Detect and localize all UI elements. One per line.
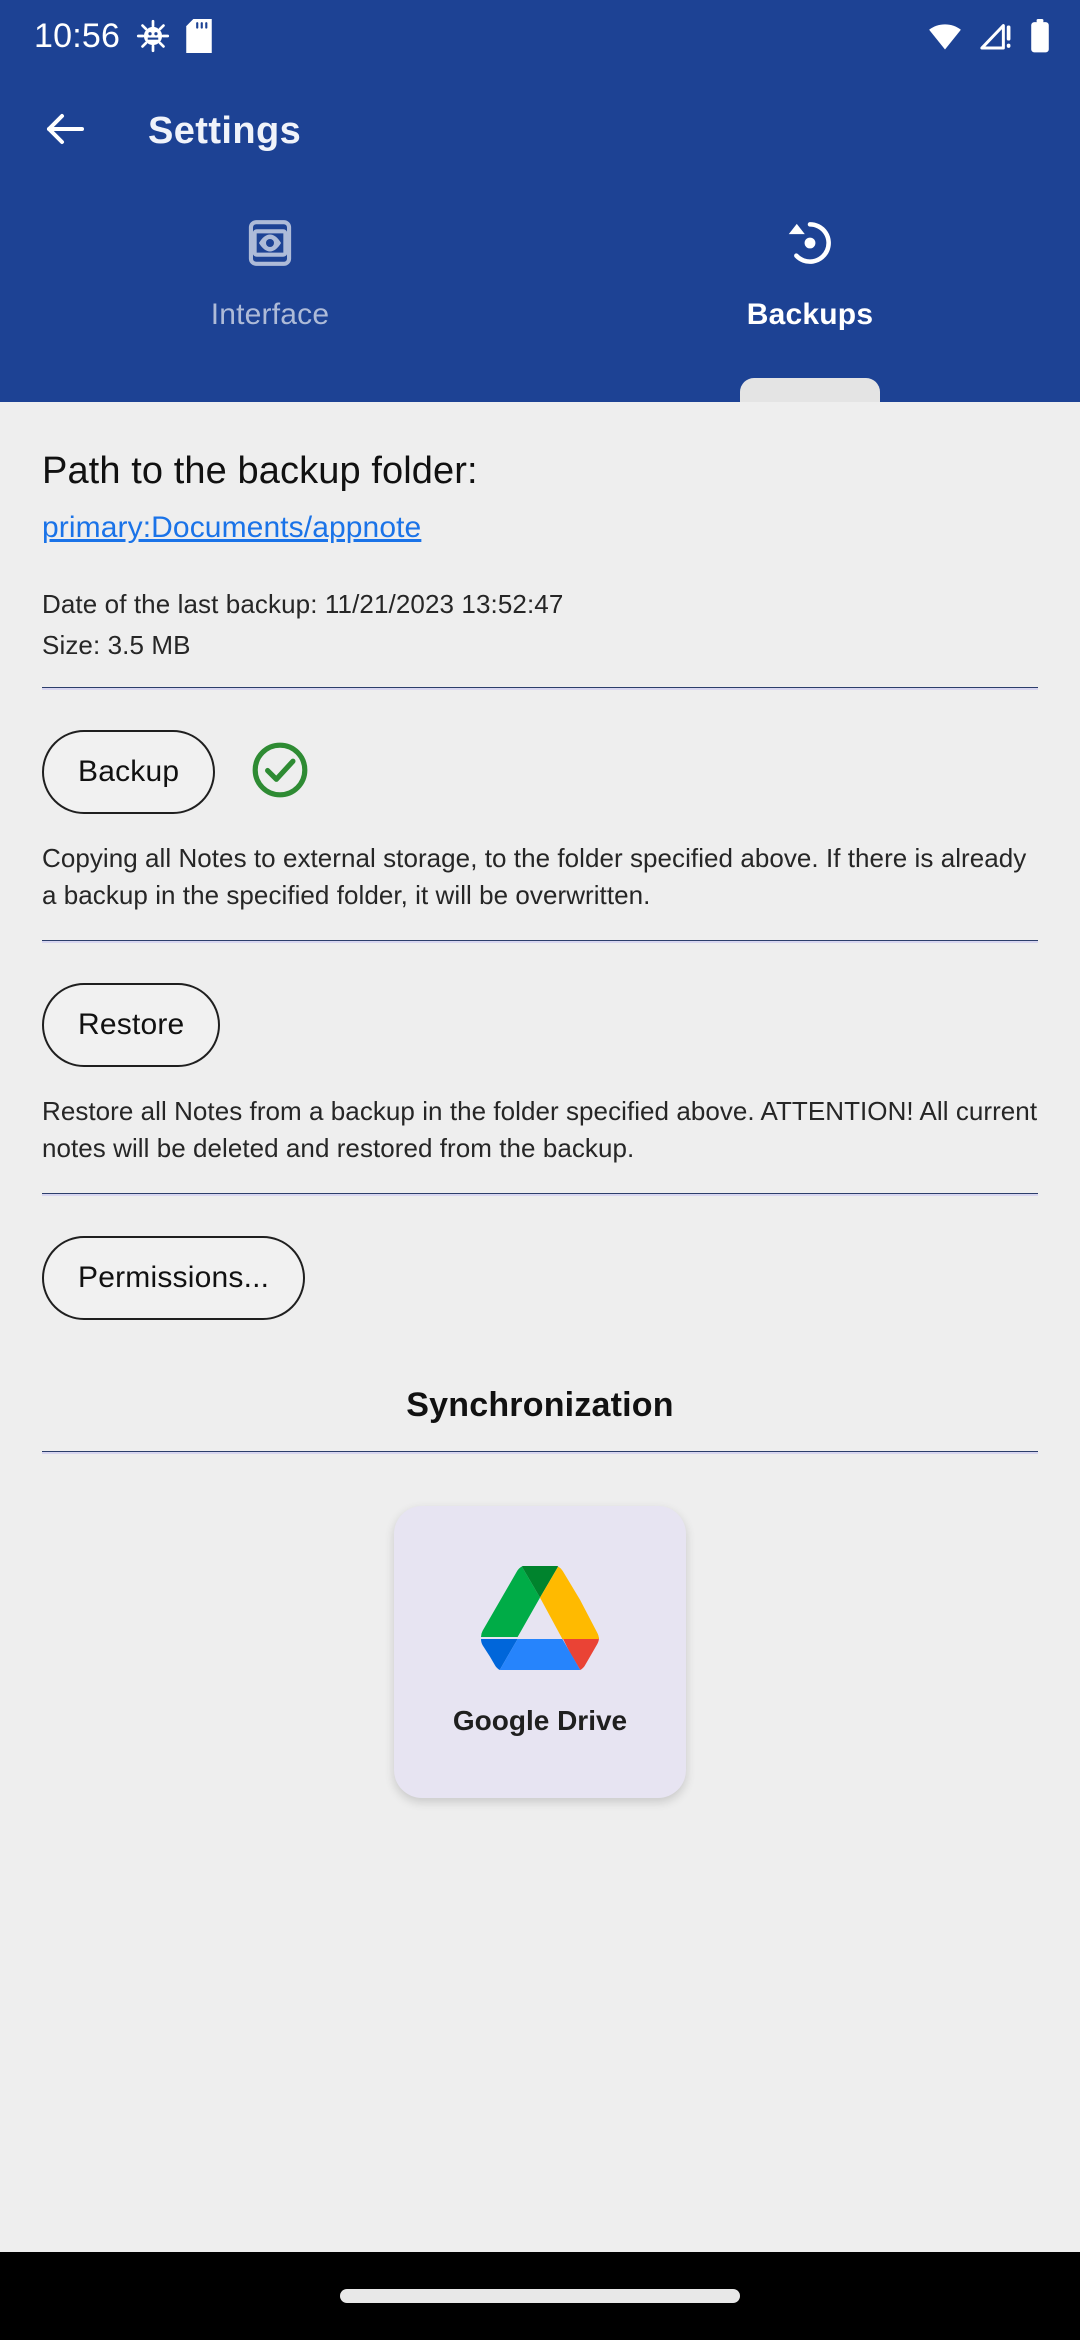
status-bar-left: 10:56 bbox=[34, 17, 212, 56]
restore-action-row: Restore bbox=[42, 982, 1038, 1067]
google-drive-card[interactable]: Google Drive bbox=[394, 1505, 686, 1798]
status-bar-clock: 10:56 bbox=[34, 16, 121, 55]
gesture-home-handle[interactable] bbox=[340, 2289, 740, 2303]
divider-4 bbox=[42, 1450, 1038, 1454]
backup-path-link[interactable]: primary:Documents/appnote bbox=[42, 511, 421, 545]
back-button[interactable] bbox=[34, 100, 96, 162]
page-title: Settings bbox=[148, 109, 302, 152]
backup-description: Copying all Notes to external storage, t… bbox=[42, 843, 1027, 910]
last-backup-date: Date of the last backup: 11/21/2023 13:5… bbox=[42, 589, 564, 619]
check-circle-icon bbox=[249, 739, 311, 806]
permissions-button[interactable]: Permissions... bbox=[42, 1235, 306, 1320]
system-navigation-bar bbox=[0, 2252, 1080, 2340]
preview-eye-icon bbox=[244, 212, 296, 274]
tab-interface-label: Interface bbox=[210, 298, 330, 331]
arrow-back-icon bbox=[41, 105, 89, 158]
active-tab-indicator bbox=[740, 378, 880, 402]
status-bar-right bbox=[926, 19, 1052, 53]
google-drive-label: Google Drive bbox=[452, 1705, 628, 1737]
backup-path-title: Path to the backup folder: bbox=[42, 450, 478, 492]
sd-card-icon bbox=[186, 19, 212, 53]
tab-interface[interactable]: Interface bbox=[0, 190, 540, 402]
restore-description: Restore all Notes from a backup in the f… bbox=[42, 1095, 1038, 1163]
backups-content: Path to the backup folder: primary:Docum… bbox=[0, 402, 1080, 2292]
cellular-no-service-icon bbox=[978, 19, 1014, 53]
backup-size: Size: 3.5 MB bbox=[42, 630, 191, 660]
tab-bar: Interface Backups bbox=[0, 190, 1080, 402]
divider-1 bbox=[42, 687, 1038, 690]
backup-restore-icon bbox=[784, 212, 836, 274]
app-bar: Settings bbox=[0, 72, 1080, 190]
google-drive-icon bbox=[480, 1564, 599, 1675]
synchronization-heading: Synchronization bbox=[406, 1385, 674, 1424]
restore-button[interactable]: Restore bbox=[42, 982, 221, 1067]
sync-providers: Google Drive bbox=[42, 1505, 1038, 1798]
permissions-action-row: Permissions... bbox=[42, 1235, 1038, 1320]
tab-backups[interactable]: Backups bbox=[540, 190, 1080, 402]
battery-full-icon bbox=[1028, 19, 1052, 53]
tab-backups-label: Backups bbox=[746, 298, 874, 331]
wifi-icon bbox=[926, 19, 964, 53]
divider-2 bbox=[42, 939, 1038, 943]
backup-action-row: Backup bbox=[42, 730, 1038, 814]
android-debug-icon bbox=[136, 19, 170, 53]
divider-3 bbox=[42, 1192, 1038, 1196]
status-bar: 10:56 bbox=[0, 0, 1080, 72]
backup-button[interactable]: Backup bbox=[42, 730, 216, 814]
phone-screen: 10:56 Settings Interface Backups Path to… bbox=[0, 0, 1080, 2340]
